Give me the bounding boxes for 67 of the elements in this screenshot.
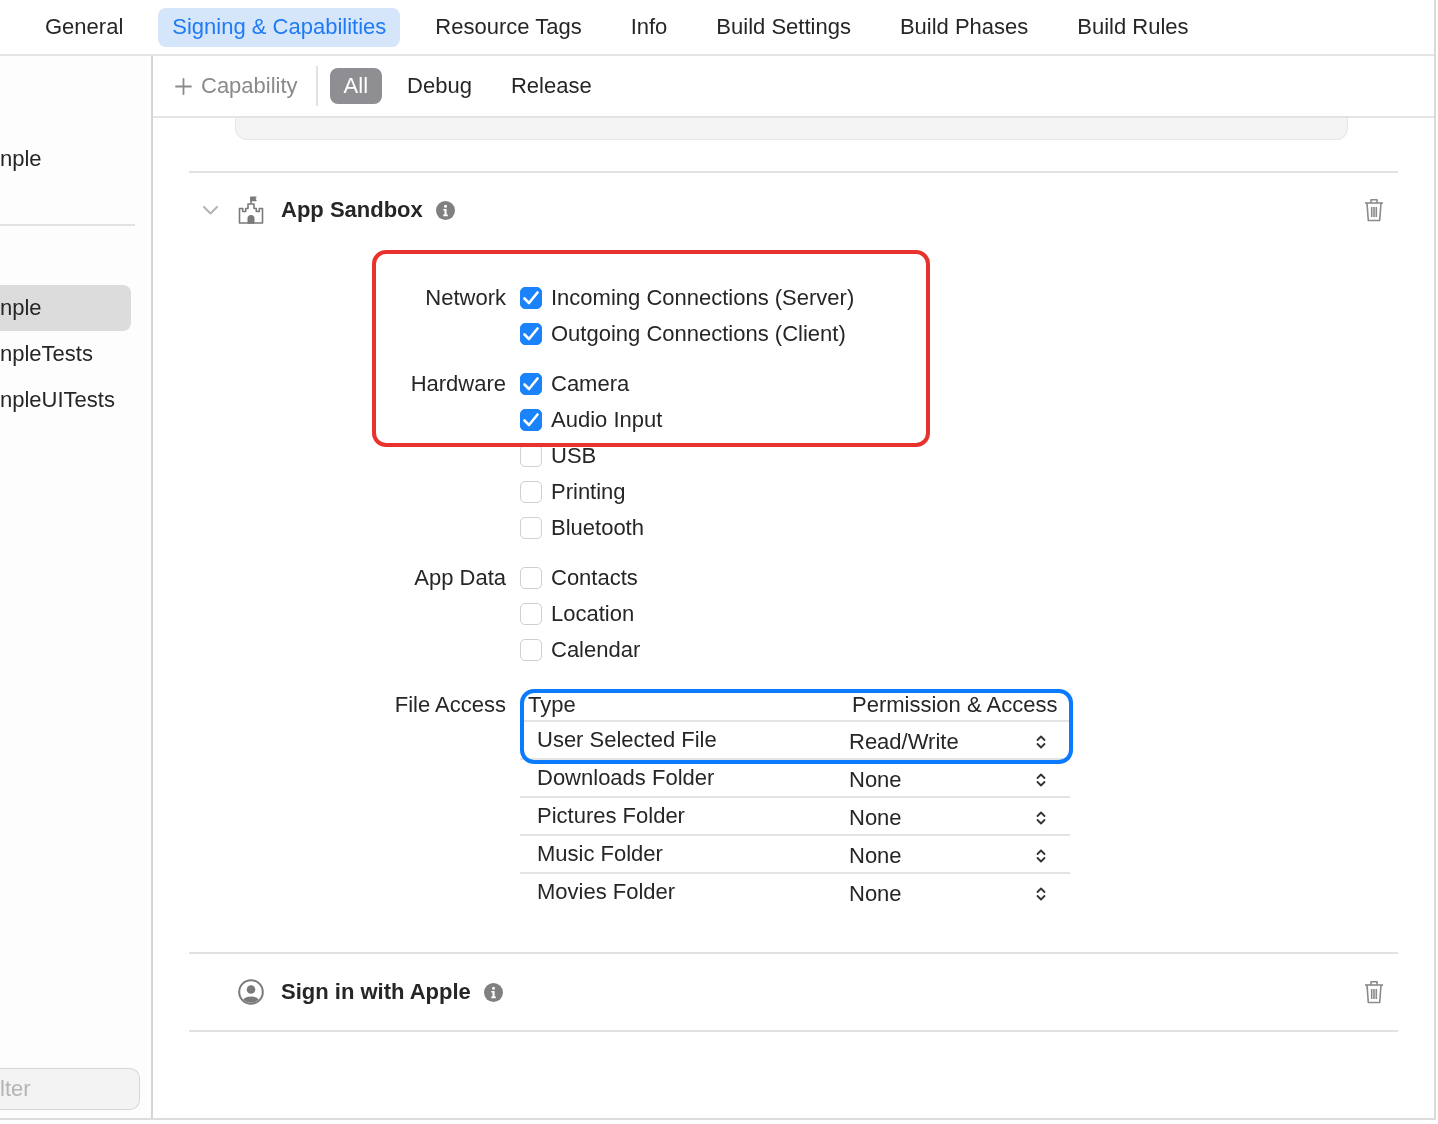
configuration-tab[interactable]: Debug xyxy=(393,68,486,104)
info-icon[interactable] xyxy=(435,200,455,220)
permission-popup[interactable]: Read/Write xyxy=(849,726,1070,757)
checkbox[interactable] xyxy=(520,639,542,661)
table-cell-text: Downloads Folder xyxy=(536,765,716,791)
person-circle-icon xyxy=(238,979,264,1005)
checkbox[interactable] xyxy=(520,373,542,395)
checkbox[interactable] xyxy=(520,517,542,539)
trash-icon[interactable] xyxy=(1364,980,1384,1004)
checkmark-icon xyxy=(523,327,539,341)
checkbox[interactable] xyxy=(520,445,542,467)
permission-popup[interactable]: None xyxy=(849,878,1070,909)
configuration-tab[interactable]: Release xyxy=(496,68,606,104)
column-header: Type xyxy=(527,692,577,718)
table-cell-text: Movies Folder xyxy=(536,879,677,905)
sidebar-item[interactable]: nple xyxy=(0,136,131,182)
tab[interactable]: Resource Tags xyxy=(421,7,596,47)
column-header: Permission & Access xyxy=(851,692,1059,718)
option-label: Location xyxy=(551,601,635,627)
checkbox[interactable] xyxy=(520,481,542,503)
up-down-chevron-icon xyxy=(1036,847,1046,864)
option-label: Incoming Connections (Server) xyxy=(551,285,855,311)
sidebar-item[interactable]: npleTests xyxy=(0,331,131,377)
group-label: File Access xyxy=(393,691,506,719)
tab[interactable]: Build Settings xyxy=(702,7,865,47)
option-label: Bluetooth xyxy=(551,515,644,541)
option-label: Calendar xyxy=(551,637,641,663)
checkbox[interactable] xyxy=(520,323,542,345)
checkbox[interactable] xyxy=(520,409,542,431)
sidebar-item[interactable]: npleUITests xyxy=(0,377,131,423)
up-down-chevron-icon xyxy=(1036,771,1046,788)
option-label: USB xyxy=(551,443,597,469)
capability-title: App Sandbox xyxy=(281,197,423,223)
capability-title: Sign in with Apple xyxy=(281,979,471,1005)
filter-field[interactable]: lter xyxy=(0,1068,140,1110)
castle-icon xyxy=(238,196,264,224)
permission-popup[interactable]: None xyxy=(849,802,1070,833)
option-label: Contacts xyxy=(551,565,638,591)
table-cell-text: User Selected File xyxy=(536,727,718,753)
option-label: Camera xyxy=(551,371,630,397)
group-label: App Data xyxy=(413,564,506,592)
trash-icon[interactable] xyxy=(1364,198,1384,222)
up-down-chevron-icon xyxy=(1036,733,1046,750)
group-label: Network xyxy=(424,284,506,312)
checkbox[interactable] xyxy=(520,567,542,589)
tab[interactable]: Build Rules xyxy=(1063,7,1203,47)
up-down-chevron-icon xyxy=(1036,809,1046,826)
sidebar-item[interactable]: nple xyxy=(0,285,131,331)
checkbox[interactable] xyxy=(520,603,542,625)
option-label: Audio Input xyxy=(551,407,663,433)
tab[interactable]: Build Phases xyxy=(885,7,1043,47)
option-label: Outgoing Connections (Client) xyxy=(551,321,846,347)
up-down-chevron-icon xyxy=(1036,885,1046,902)
group-label: Hardware xyxy=(409,370,506,398)
checkbox[interactable] xyxy=(520,287,542,309)
checkmark-icon xyxy=(523,377,539,391)
option-label: Printing xyxy=(551,479,626,505)
info-icon[interactable] xyxy=(483,982,503,1002)
tab[interactable]: General xyxy=(31,7,138,47)
tab[interactable]: Info xyxy=(616,7,682,47)
checkmark-icon xyxy=(523,291,539,305)
permission-popup[interactable]: None xyxy=(849,840,1070,871)
plus-icon xyxy=(175,77,192,95)
table-cell-text: Music Folder xyxy=(536,841,664,867)
checkmark-icon xyxy=(523,413,539,427)
permission-popup[interactable]: None xyxy=(849,764,1070,795)
table-cell-text: Pictures Folder xyxy=(536,803,686,829)
